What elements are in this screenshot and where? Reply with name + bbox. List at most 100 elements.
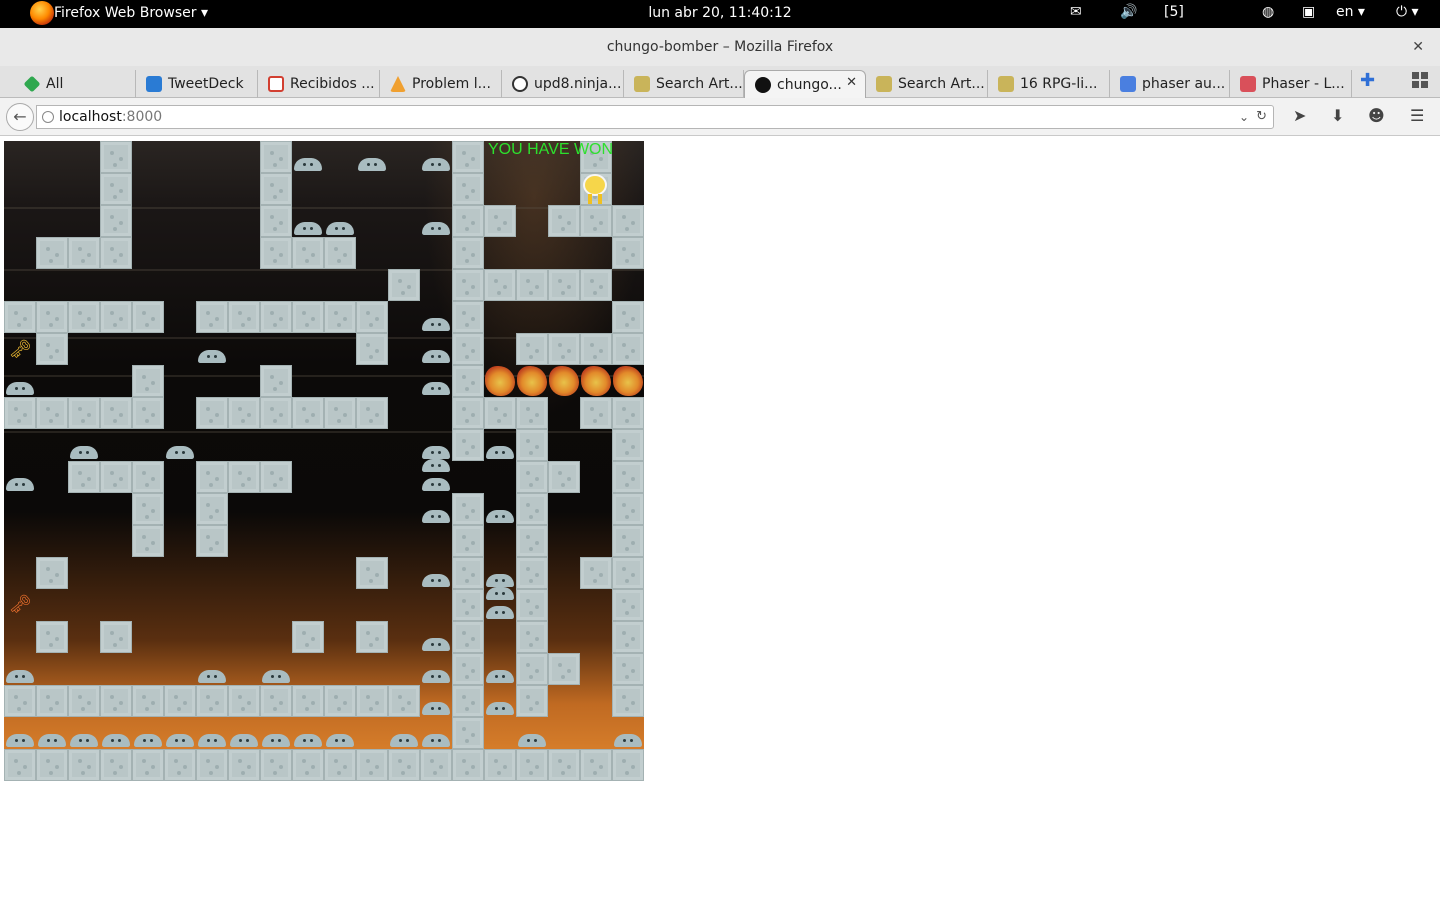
stone-block xyxy=(516,589,548,621)
slime-enemy xyxy=(422,670,450,683)
stone-block xyxy=(324,685,356,717)
power-icon[interactable]: ⏻ ▾ xyxy=(1396,4,1419,20)
slime-enemy xyxy=(198,670,226,683)
stone-block xyxy=(292,301,324,333)
reload-icon[interactable]: ↻ xyxy=(1256,106,1267,128)
stone-block xyxy=(388,685,420,717)
slime-enemy xyxy=(6,478,34,491)
slime-enemy xyxy=(614,734,642,747)
tab-gmail[interactable]: Recibidos ... xyxy=(258,70,380,98)
stone-block xyxy=(452,493,484,525)
stone-block xyxy=(36,301,68,333)
menu-icon[interactable]: ☰ xyxy=(1410,106,1424,125)
globe-icon xyxy=(42,111,54,123)
stone-block xyxy=(452,205,484,237)
slime-enemy xyxy=(38,734,66,747)
url-bar[interactable]: localhost:8000 ⌄ ↻ xyxy=(36,105,1274,129)
tab-label: Problem l... xyxy=(412,76,491,92)
workspace-indicator[interactable]: [5] xyxy=(1164,4,1184,20)
tab-groups-icon[interactable] xyxy=(1412,72,1428,88)
stone-block xyxy=(292,397,324,429)
close-tab-icon[interactable]: ✕ xyxy=(846,75,857,90)
stone-block xyxy=(420,749,452,781)
slime-enemy xyxy=(486,702,514,715)
back-button[interactable]: ← xyxy=(6,103,34,131)
tab-strip: All TweetDeck Recibidos ... Problem l...… xyxy=(0,66,1440,98)
stone-block xyxy=(516,333,548,365)
stone-block xyxy=(452,301,484,333)
tab-problem[interactable]: Problem l... xyxy=(380,70,502,98)
stone-block xyxy=(132,749,164,781)
stone-block xyxy=(612,557,644,589)
stone-block xyxy=(292,237,324,269)
warning-icon xyxy=(390,76,406,92)
tab-search-art-1[interactable]: Search Art... xyxy=(624,70,744,98)
stone-block xyxy=(292,685,324,717)
close-window-icon[interactable]: ✕ xyxy=(1412,28,1424,66)
stone-block xyxy=(68,461,100,493)
clock[interactable]: lun abr 20, 11:40:12 xyxy=(0,5,1440,21)
slime-enemy xyxy=(422,458,450,472)
stone-block xyxy=(580,749,612,781)
send-icon[interactable]: ➤ xyxy=(1293,106,1306,125)
stone-block xyxy=(356,621,388,653)
stone-block xyxy=(196,749,228,781)
stone-block xyxy=(612,429,644,461)
stone-block xyxy=(484,749,516,781)
tab-rpg[interactable]: 16 RPG-li... xyxy=(988,70,1110,98)
tab-label: Search Art... xyxy=(656,76,743,92)
volume-icon[interactable]: 🔊 xyxy=(1120,4,1137,20)
slime-enemy xyxy=(422,574,450,587)
stone-block xyxy=(516,685,548,717)
tab-upd8[interactable]: upd8.ninja... xyxy=(502,70,624,98)
slime-enemy xyxy=(326,222,354,235)
stone-block xyxy=(100,749,132,781)
stone-block xyxy=(388,269,420,301)
fire-explosion xyxy=(613,366,643,396)
stone-block xyxy=(612,653,644,685)
stone-block xyxy=(196,685,228,717)
stone-block xyxy=(36,749,68,781)
stone-block xyxy=(196,493,228,525)
keyboard-layout[interactable]: en ▾ xyxy=(1336,4,1365,20)
google-icon xyxy=(1120,76,1136,92)
tab-chungo-active[interactable]: chungo... ✕ xyxy=(744,70,866,98)
tray-icon[interactable]: ◍ xyxy=(1262,4,1274,20)
game-canvas[interactable]: 🗝 🗝 YOU HAVE WON xyxy=(4,141,644,781)
terminal-icon[interactable]: ▣ xyxy=(1302,4,1315,20)
tab-all[interactable]: All xyxy=(14,70,136,98)
mail-icon[interactable]: ✉ xyxy=(1070,4,1082,20)
stone-block xyxy=(100,205,132,237)
tab-label: chungo... xyxy=(777,76,842,93)
slime-enemy xyxy=(6,734,34,747)
slime-enemy xyxy=(486,606,514,619)
stone-block xyxy=(484,205,516,237)
stone-block xyxy=(4,685,36,717)
tab-tweetdeck[interactable]: TweetDeck xyxy=(136,70,258,98)
url-host: localhost xyxy=(59,109,122,125)
stone-block xyxy=(484,397,516,429)
tab-phaser-google[interactable]: phaser au... xyxy=(1110,70,1230,98)
stone-block xyxy=(612,525,644,557)
slime-enemy xyxy=(198,734,226,747)
slime-enemy xyxy=(486,670,514,683)
slime-enemy xyxy=(422,382,450,395)
stone-block xyxy=(292,749,324,781)
slime-enemy xyxy=(102,734,130,747)
new-tab-icon[interactable]: ✚ xyxy=(1360,70,1375,91)
slime-enemy xyxy=(422,222,450,235)
download-icon[interactable]: ⬇ xyxy=(1331,106,1344,125)
chevron-down-icon[interactable]: ⌄ xyxy=(1239,106,1249,128)
tab-label: 16 RPG-li... xyxy=(1020,76,1098,92)
stone-block xyxy=(612,397,644,429)
stone-block xyxy=(228,749,260,781)
stone-block xyxy=(452,173,484,205)
stone-block xyxy=(548,461,580,493)
stone-block xyxy=(612,205,644,237)
chat-icon[interactable]: ☻ xyxy=(1368,106,1385,125)
stone-block xyxy=(324,749,356,781)
stone-block xyxy=(100,461,132,493)
slime-enemy xyxy=(422,478,450,491)
tab-phaser[interactable]: Phaser - L... xyxy=(1230,70,1352,98)
tab-search-art-2[interactable]: Search Art... xyxy=(866,70,988,98)
